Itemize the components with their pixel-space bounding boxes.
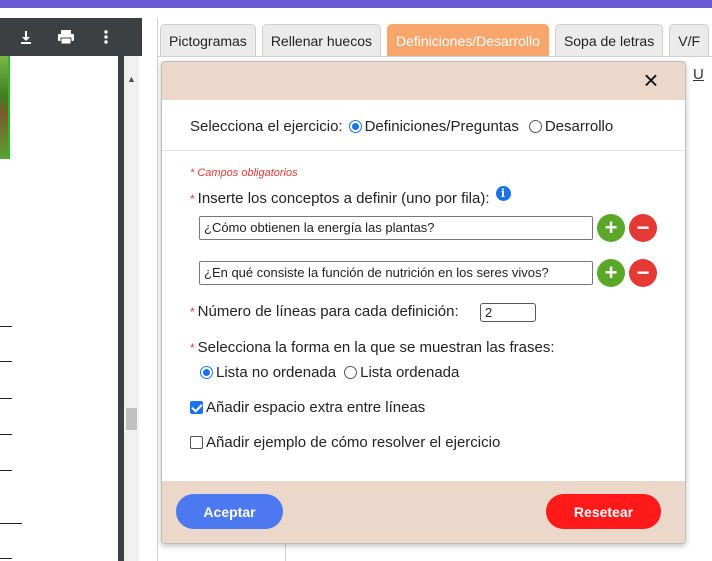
radio-label: Lista no ordenada: [216, 364, 337, 381]
example-label: Añadir ejemplo de cómo resolver el ejerc…: [206, 434, 501, 451]
exercise-type-label: Selecciona el ejercicio:: [190, 118, 343, 135]
dialog-header: ×: [162, 62, 685, 100]
radio-desarrollo[interactable]: Desarrollo: [528, 118, 614, 135]
checkbox-unchecked-icon[interactable]: [190, 436, 203, 449]
concepts-label-row: * Inserte los conceptos a definir (uno p…: [190, 186, 511, 207]
browser-top-strip: [0, 0, 712, 8]
radio-checked-icon[interactable]: [348, 120, 362, 133]
radio-label: Lista ordenada: [360, 364, 460, 381]
underline-button[interactable]: U: [693, 66, 704, 83]
required-fields-note: * Campos obligatorios: [190, 167, 298, 179]
pdf-text-line: [0, 326, 12, 327]
lines-per-definition-input[interactable]: 2: [480, 303, 536, 322]
concept-input[interactable]: ¿En qué consiste la función de nutrición…: [199, 261, 593, 285]
pdf-scrollbar-thumb[interactable]: [126, 408, 137, 430]
pdf-thumbnail-image: [0, 56, 10, 159]
format-options-row: Lista no ordenada Lista ordenada: [200, 364, 459, 381]
lines-label: Número de líneas para cada definición:: [197, 303, 459, 320]
concepts-label: Inserte los conceptos a definir (uno por…: [197, 190, 490, 207]
info-icon[interactable]: i: [495, 186, 511, 201]
pdf-text-line: [0, 361, 12, 362]
tab-sopa-de-letras[interactable]: Sopa de letras: [554, 24, 664, 56]
radio-lista-no-ordenada[interactable]: Lista no ordenada: [200, 364, 336, 381]
required-star: *: [190, 191, 195, 206]
exercise-type-row: Selecciona el ejercicio: Definiciones/Pr…: [190, 118, 613, 135]
radio-checked-icon[interactable]: [200, 366, 213, 379]
extra-space-option[interactable]: Añadir espacio extra entre líneas: [190, 399, 425, 416]
pdf-toolbar: [0, 18, 142, 56]
format-label: Selecciona la forma en la que se muestra…: [197, 339, 555, 356]
example-option[interactable]: Añadir ejemplo de cómo resolver el ejerc…: [190, 434, 500, 451]
download-icon[interactable]: [16, 27, 36, 47]
required-star: *: [190, 340, 195, 355]
tab-definiciones-desarrollo[interactable]: Definiciones/Desarrollo: [386, 24, 549, 56]
exercise-config-dialog: × Selecciona el ejercicio: Definiciones/…: [161, 61, 686, 544]
divider: [162, 150, 685, 151]
reset-button[interactable]: Resetear: [546, 494, 661, 529]
pdf-text-line: [0, 434, 12, 435]
lines-label-row: * Número de líneas para cada definición:: [190, 303, 459, 320]
checkbox-checked-icon[interactable]: [190, 401, 203, 414]
more-vert-icon[interactable]: [96, 27, 116, 47]
accept-button[interactable]: Aceptar: [176, 494, 283, 529]
pdf-text-line: [0, 558, 12, 559]
scroll-up-icon[interactable]: ▲: [126, 74, 137, 84]
pdf-text-line: [0, 523, 22, 524]
close-icon[interactable]: ×: [639, 67, 663, 93]
radio-label: Definiciones/Preguntas: [364, 118, 519, 135]
extra-space-label: Añadir espacio extra entre líneas: [206, 399, 426, 416]
dialog-footer: Aceptar Resetear: [162, 481, 685, 543]
print-icon[interactable]: [56, 27, 76, 47]
format-label-row: * Selecciona la forma en la que se muest…: [190, 339, 555, 356]
pdf-scrollbar[interactable]: [124, 56, 139, 561]
remove-concept-button[interactable]: −: [629, 259, 657, 287]
radio-label: Desarrollo: [544, 118, 614, 135]
exercise-tabs: Pictogramas Rellenar huecos Definiciones…: [160, 24, 710, 56]
radio-unchecked-icon[interactable]: [344, 366, 358, 379]
radio-lista-ordenada[interactable]: Lista ordenada: [344, 364, 459, 381]
radio-unchecked-icon[interactable]: [528, 120, 542, 133]
radio-definiciones-preguntas[interactable]: Definiciones/Preguntas: [348, 118, 519, 135]
pdf-text-line: [0, 470, 12, 471]
tab-rellenar-huecos[interactable]: Rellenar huecos: [261, 24, 381, 56]
concept-input[interactable]: ¿Cómo obtienen la energía las plantas?: [199, 216, 593, 240]
required-star: *: [190, 304, 195, 319]
remove-concept-button[interactable]: −: [629, 214, 657, 242]
tab-verdadero-falso[interactable]: V/F: [669, 24, 710, 56]
pdf-text-line: [0, 398, 12, 399]
add-concept-button[interactable]: +: [597, 259, 625, 287]
tab-pictogramas[interactable]: Pictogramas: [160, 24, 256, 56]
add-concept-button[interactable]: +: [597, 214, 625, 242]
